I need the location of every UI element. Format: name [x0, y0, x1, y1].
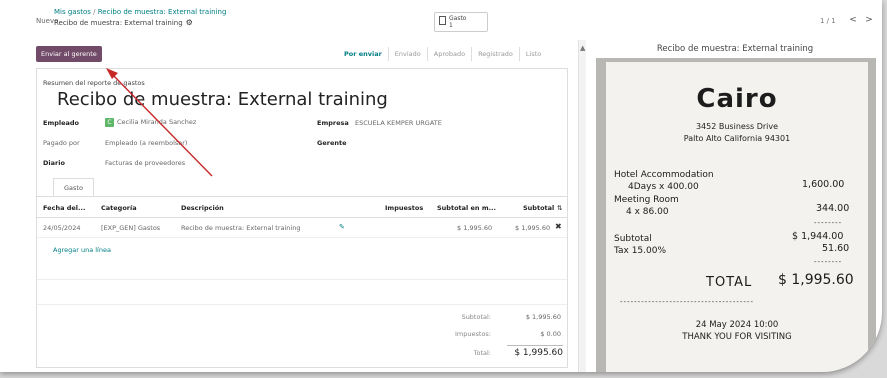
form-subtitle: Resumen del reporte de gastos — [43, 79, 145, 87]
control-panel: Nuevo Mis gastos / Recibo de muestra: Ex… — [0, 0, 882, 40]
row-subtotal: $ 1,995.60 — [515, 224, 551, 232]
receipt-logo: Cairo — [696, 84, 778, 114]
receipt-date: 24 May 2024 10:00 — [695, 320, 779, 330]
col-description[interactable]: Descripción — [181, 204, 224, 212]
gear-icon[interactable]: ⚙ — [186, 18, 193, 27]
avatar: C — [105, 118, 114, 127]
split-icon[interactable]: ✎ — [339, 223, 345, 231]
paid-by-field[interactable]: Empleado (a reembolsar) — [105, 139, 187, 147]
delete-row-icon[interactable]: ✖ — [555, 222, 562, 231]
paid-by-label: Pagado por — [43, 139, 80, 147]
taxes-value: $ 0.00 — [540, 330, 561, 338]
stage-posted[interactable]: Registrado — [472, 47, 520, 61]
receipt-item1-amount: 1,600.00 — [802, 179, 845, 190]
notes-area[interactable] — [37, 279, 567, 305]
manager-field[interactable] — [355, 139, 515, 148]
employee-value: Cecilia Miranda Sanchez — [117, 118, 197, 126]
breadcrumb-current[interactable]: Recibo de muestra: External training — [98, 8, 227, 16]
receipt-item2-detail: 4 x 86.00 — [626, 207, 669, 217]
total-label: Total: — [473, 349, 491, 357]
subtotal-value: $ 1,995.60 — [525, 313, 561, 321]
pager-value[interactable]: 1 / 1 — [820, 17, 836, 25]
receipt-address-line2: Palto Alto California 94301 — [683, 134, 791, 143]
status-row: Enviar al gerente Por enviar Enviado Apr… — [36, 44, 576, 66]
status-bar: Por enviar Enviado Aprobado Registrado L… — [338, 47, 547, 61]
subtotal-label: Subtotal: — [461, 313, 491, 321]
journal-label: Diario — [43, 159, 65, 167]
expense-smart-button[interactable]: Gasto 1 — [434, 12, 488, 32]
receipt-image: Cairo 3452 Business Drive Palto Alto Cal… — [606, 62, 868, 372]
table-row[interactable]: 24/05/2024 [EXP_GEN] Gastos Recibo de mu… — [37, 218, 567, 238]
add-line-link[interactable]: Agregar una línea — [53, 246, 111, 254]
receipt-thanks: THANK YOU FOR VISITING — [682, 332, 792, 342]
stage-approved[interactable]: Aprobado — [428, 47, 473, 61]
breadcrumb: Mis gastos / Recibo de muestra: External… — [54, 8, 226, 27]
stage-submitted[interactable]: Enviado — [389, 47, 428, 61]
breadcrumb-separator: / — [93, 8, 96, 16]
company-field[interactable]: ESCUELA KEMPER URGATE — [355, 119, 442, 127]
receipt-divider-3: -------------------------------------- — [620, 298, 754, 306]
receipt-divider-2: -------- — [814, 258, 843, 266]
app-window: Nuevo Mis gastos / Recibo de muestra: Ex… — [0, 0, 882, 372]
optional-columns-icon[interactable]: ⇅ — [557, 204, 562, 212]
form-sheet: Resumen del reporte de gastos Recibo de … — [36, 68, 568, 368]
tab-expense[interactable]: Gasto — [53, 178, 94, 196]
receipt-address-line1: 3452 Business Drive — [695, 122, 779, 131]
taxes-label: Impuestos: — [455, 330, 491, 338]
employee-field[interactable]: C Cecilia Miranda Sanchez — [105, 118, 196, 127]
receipt-item1-detail: 4Days x 400.00 — [628, 182, 699, 192]
journal-field[interactable]: Facturas de proveedores — [105, 159, 185, 167]
stage-done[interactable]: Listo — [520, 47, 547, 61]
employee-label: Empleado — [43, 119, 80, 127]
row-date: 24/05/2024 — [43, 224, 81, 232]
send-to-manager-button[interactable]: Enviar al gerente — [36, 46, 102, 62]
col-taxes[interactable]: Impuestos — [385, 204, 423, 212]
table-header: Fecha del... Categoría Descripción Impue… — [37, 196, 567, 218]
receipt-total-amount: $ 1,995.60 — [778, 272, 854, 288]
col-subtotal-currency[interactable]: Subtotal en m... — [437, 204, 496, 212]
receipt-item1-name: Hotel Accommodation — [614, 170, 714, 180]
receipt-subtotal-label: Subtotal — [614, 234, 652, 244]
company-label: Empresa — [317, 119, 349, 127]
page-title[interactable]: Recibo de muestra: External training — [57, 89, 388, 110]
smart-button-count: 1 — [449, 22, 453, 29]
row-subtotal-currency: $ 1,995.60 — [457, 224, 493, 232]
breadcrumb-parent[interactable]: Mis gastos — [54, 8, 91, 16]
receipt-tax-amount: 51.60 — [822, 243, 850, 254]
pager-next-icon[interactable]: > — [862, 13, 876, 27]
receipt-tax-label: Tax 15.00% — [614, 246, 667, 256]
stage-to-submit[interactable]: Por enviar — [338, 47, 389, 61]
col-category[interactable]: Categoría — [101, 204, 137, 212]
receipt-divider-1: -------- — [814, 219, 843, 227]
caret-up-icon[interactable]: ▲ — [580, 44, 585, 52]
receipt-item2-name: Meeting Room — [614, 195, 679, 205]
row-category: [EXP_GEN] Gastos — [101, 224, 161, 232]
receipt-subtotal-amount: $ 1,944.00 — [792, 231, 844, 242]
preview-title: Recibo de muestra: External training — [656, 44, 814, 54]
manager-label: Gerente — [317, 139, 347, 147]
smart-button-label: Gasto — [449, 15, 467, 22]
record-name: Recibo de muestra: External training — [54, 18, 183, 27]
row-description: Recibo de muestra: External training — [181, 224, 301, 232]
document-icon — [439, 16, 446, 25]
pane-resizer[interactable] — [578, 40, 586, 372]
receipt-item2-amount: 344.00 — [816, 203, 850, 214]
col-subtotal[interactable]: Subtotal — [523, 204, 554, 212]
total-value: $ 1,995.60 — [507, 345, 563, 358]
pager-prev-icon[interactable]: < — [846, 13, 860, 27]
col-date[interactable]: Fecha del... — [43, 204, 85, 212]
receipt-total-label: TOTAL — [706, 275, 753, 290]
